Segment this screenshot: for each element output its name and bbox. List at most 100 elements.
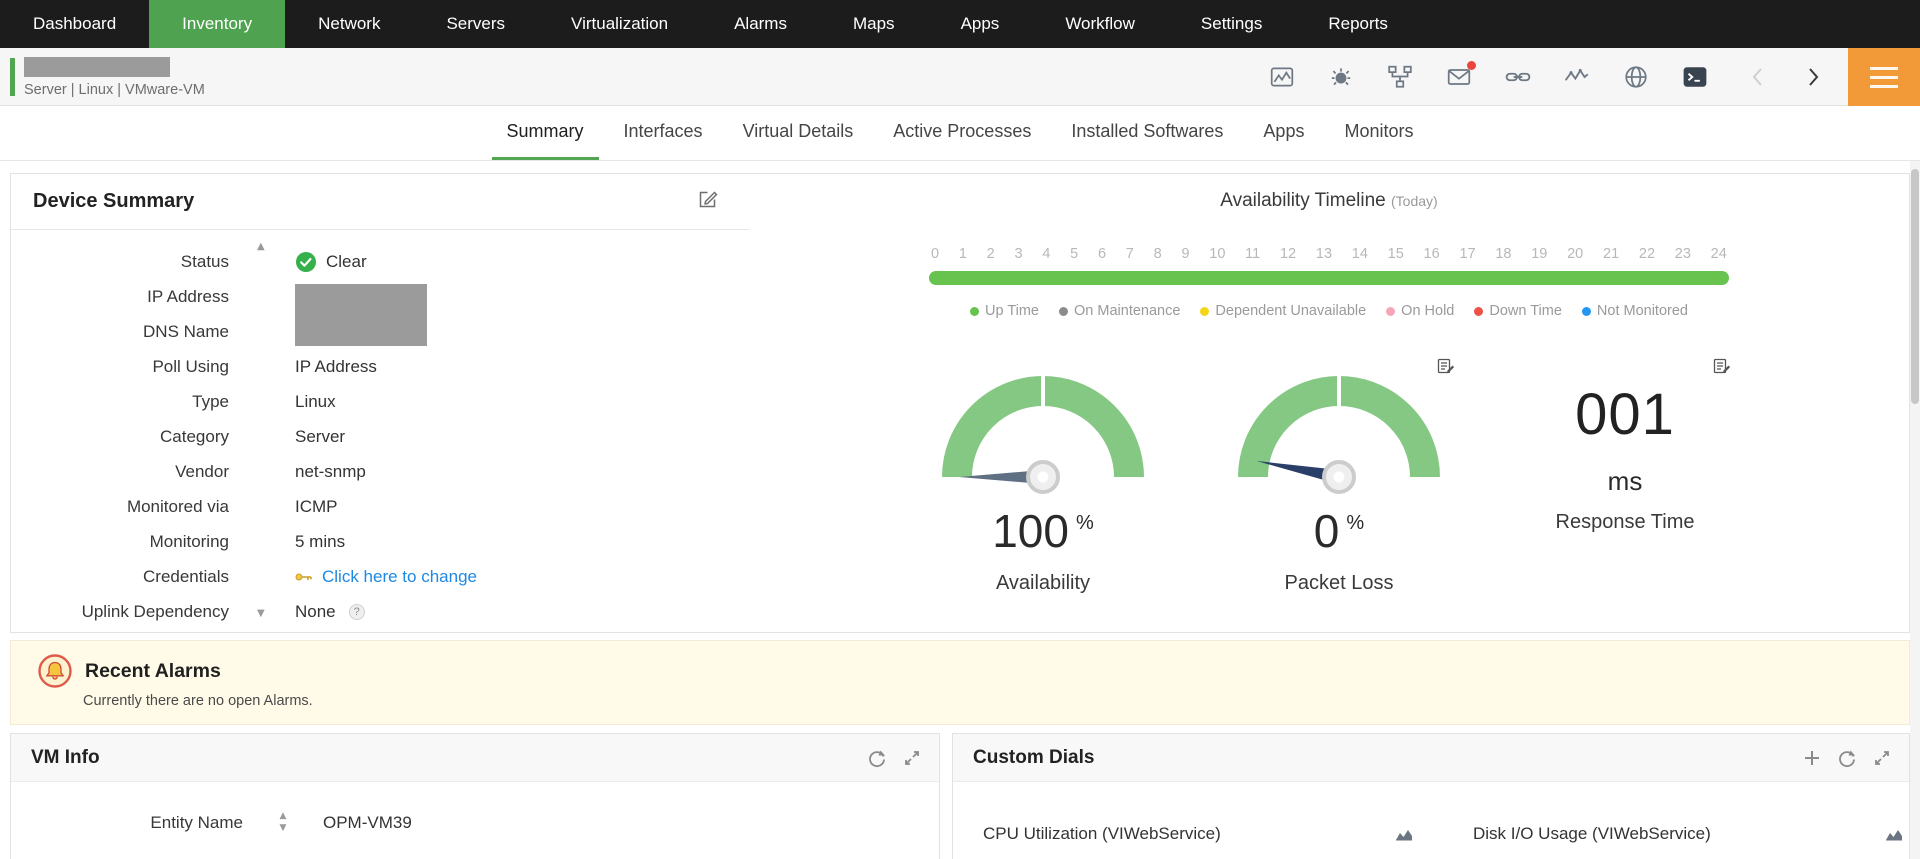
legend-item: Dependent Unavailable <box>1200 303 1366 319</box>
globe-icon[interactable] <box>1623 64 1649 90</box>
legend-dot <box>1386 307 1395 316</box>
device-status-accent <box>10 58 15 96</box>
nav-item-network[interactable]: Network <box>285 0 413 48</box>
mail-icon[interactable] <box>1446 64 1472 90</box>
legend-dot <box>1059 307 1068 316</box>
recent-alarms-title: Recent Alarms <box>85 660 221 683</box>
credentials-change-link[interactable]: Click here to change <box>322 567 477 587</box>
vm-info-panel: VM Info Entity Name ▲ ▼ <box>10 733 940 859</box>
main-content: Device Summary ▲ ▼ Status Clear <box>0 161 1920 859</box>
legend-item: On Maintenance <box>1059 303 1180 319</box>
alarm-icon[interactable] <box>1328 64 1354 90</box>
response-time-unit: ms <box>1515 466 1735 497</box>
legend-item: Up Time <box>970 303 1039 319</box>
legend-dot <box>1200 307 1209 316</box>
tab-installed-softwares[interactable]: Installed Softwares <box>1056 106 1238 160</box>
edit-icon[interactable] <box>697 188 719 215</box>
scroll-up-icon[interactable]: ▲ <box>257 242 265 252</box>
device-name-redacted <box>24 57 170 77</box>
terminal-icon[interactable] <box>1682 64 1708 90</box>
scroll-down-icon[interactable]: ▼ <box>257 609 265 619</box>
tab-apps[interactable]: Apps <box>1248 106 1319 160</box>
tab-bar: Summary Interfaces Virtual Details Activ… <box>0 106 1920 161</box>
recent-alarms-panel: Recent Alarms Currently there are no ope… <box>10 640 1910 725</box>
uptime-bar[interactable] <box>929 271 1729 285</box>
scroll-up-icon[interactable]: ▲ <box>280 812 287 821</box>
add-dial-icon[interactable] <box>1803 749 1821 767</box>
device-action-icons <box>1269 48 1824 106</box>
entity-name-label: Entity Name <box>11 813 243 833</box>
legend-dot <box>1582 307 1591 316</box>
device-identity: Server | Linux | VMware-VM <box>24 57 205 98</box>
chart-icon[interactable] <box>1885 827 1903 841</box>
sparkline-icon[interactable] <box>1564 64 1590 90</box>
help-icon[interactable]: ? <box>349 604 365 620</box>
scroll-down-icon[interactable]: ▼ <box>280 824 287 833</box>
menu-icon <box>1870 67 1898 70</box>
nav-item-settings[interactable]: Settings <box>1168 0 1295 48</box>
refresh-icon[interactable] <box>867 748 887 768</box>
availability-timeline-title: Availability Timeline (Today) <box>1220 190 1437 212</box>
refresh-icon[interactable] <box>1837 748 1857 768</box>
chevron-right-icon[interactable] <box>1802 64 1824 90</box>
device-summary-title: Device Summary <box>33 190 194 213</box>
custom-dials-list: CPU Utilization (VIWebService) Disk I/O … <box>953 782 1909 844</box>
ip-dns-redacted-value <box>295 284 427 346</box>
nav-item-alarms[interactable]: Alarms <box>701 0 820 48</box>
nav-item-workflow[interactable]: Workflow <box>1032 0 1168 48</box>
page-scrollbar <box>1910 161 1920 859</box>
legend-dot <box>970 307 979 316</box>
device-summary-panel: Device Summary ▲ ▼ Status Clear <box>11 174 749 632</box>
nav-item-apps[interactable]: Apps <box>928 0 1033 48</box>
response-time-label: Response Time <box>1515 511 1735 534</box>
timeline-hour-scale: 0123456789101112131415161718192021222324 <box>929 246 1729 262</box>
device-summary-fields: ▲ ▼ Status Clear IP Address <box>11 230 749 633</box>
nav-item-dashboard[interactable]: Dashboard <box>0 0 149 48</box>
nav-item-inventory[interactable]: Inventory <box>149 0 285 48</box>
entity-name-row: Entity Name ▲ ▼ OPM-VM39 <box>11 812 939 833</box>
availability-label: Availability <box>923 572 1163 595</box>
chart-icon[interactable] <box>1395 827 1413 841</box>
vm-info-title: VM Info <box>31 747 100 769</box>
top-nav: Dashboard Inventory Network Servers Virt… <box>0 0 1920 48</box>
menu-button[interactable] <box>1848 48 1920 106</box>
device-header: Server | Linux | VMware-VM <box>0 48 1920 106</box>
mail-unread-badge <box>1467 61 1476 70</box>
status-value: Clear <box>326 252 367 272</box>
tab-monitors[interactable]: Monitors <box>1329 106 1428 160</box>
performance-icon[interactable] <box>1269 64 1295 90</box>
expand-icon[interactable] <box>1873 749 1891 767</box>
tab-virtual-details[interactable]: Virtual Details <box>728 106 869 160</box>
threshold-settings-icon[interactable] <box>1713 357 1731 380</box>
tab-active-processes[interactable]: Active Processes <box>878 106 1046 160</box>
chevron-left-icon[interactable] <box>1747 64 1769 90</box>
availability-value: 100% <box>923 504 1163 558</box>
nav-item-servers[interactable]: Servers <box>413 0 538 48</box>
dial-item-cpu-utilization[interactable]: CPU Utilization (VIWebService) <box>983 824 1413 844</box>
topology-icon[interactable] <box>1387 64 1413 90</box>
metric-gauges: 100% Availability <box>923 361 1735 595</box>
threshold-settings-icon[interactable] <box>1437 357 1455 380</box>
vm-info-scroll: ▲ ▼ <box>243 812 323 833</box>
nav-item-reports[interactable]: Reports <box>1295 0 1421 48</box>
device-subtitle: Server | Linux | VMware-VM <box>24 82 205 98</box>
custom-dials-title: Custom Dials <box>973 747 1094 769</box>
timeline-legend: Up Time On Maintenance Dependent Unavail… <box>929 303 1729 319</box>
nav-item-virtualization[interactable]: Virtualization <box>538 0 701 48</box>
scrollbar-thumb[interactable] <box>1911 169 1919 404</box>
packet-loss-gauge: 0% Packet Loss <box>1219 361 1459 595</box>
response-time-value: 001 <box>1515 381 1735 448</box>
field-row-category: Category Server <box>11 419 749 454</box>
field-row-status: Status Clear <box>11 244 749 279</box>
nav-item-maps[interactable]: Maps <box>820 0 928 48</box>
field-row-credentials: Credentials Click here to change <box>11 559 749 594</box>
key-icon <box>295 571 313 583</box>
status-clear-icon <box>295 251 317 273</box>
tab-interfaces[interactable]: Interfaces <box>609 106 718 160</box>
dial-item-disk-io-usage[interactable]: Disk I/O Usage (VIWebService) <box>1473 824 1903 844</box>
legend-item: On Hold <box>1386 303 1454 319</box>
tab-summary[interactable]: Summary <box>492 106 599 160</box>
expand-icon[interactable] <box>903 749 921 767</box>
field-row-uplink-dependency: Uplink Dependency None ? <box>11 594 749 629</box>
link-icon[interactable] <box>1505 64 1531 90</box>
